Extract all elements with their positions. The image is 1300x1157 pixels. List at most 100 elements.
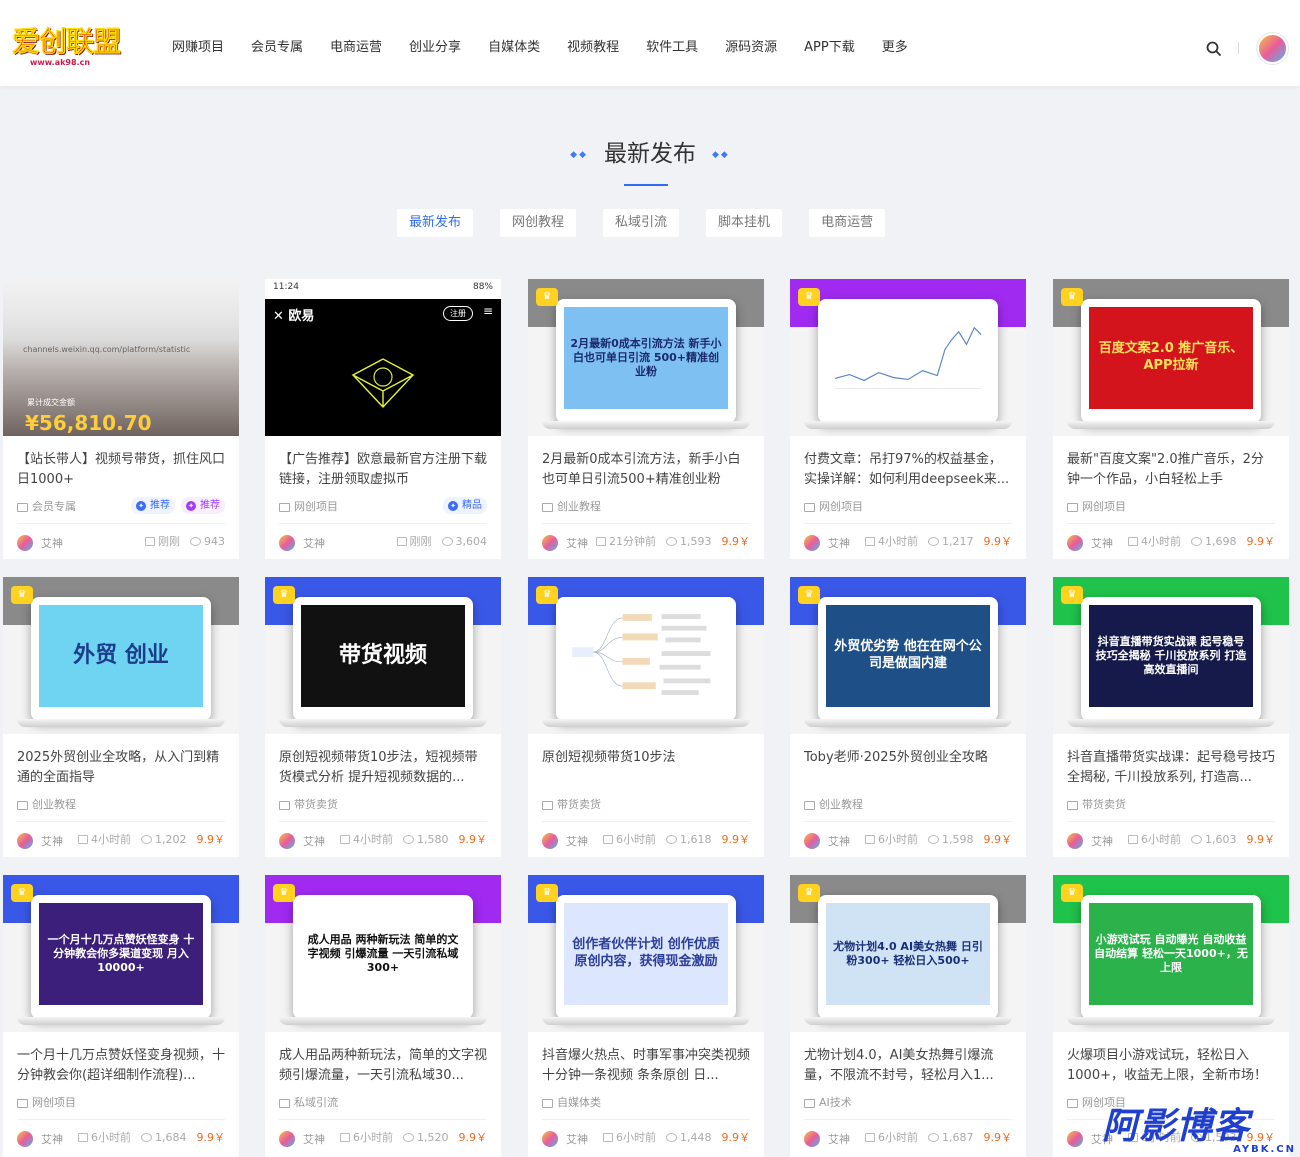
author-avatar[interactable] — [1067, 1131, 1083, 1147]
post-author[interactable]: 艾神 — [566, 1131, 588, 1147]
post-title[interactable]: 【站长带人】视频号带货，抓住风口日1000+ — [17, 450, 225, 490]
post-author[interactable]: 艾神 — [828, 535, 850, 551]
search-icon[interactable] — [1205, 40, 1223, 58]
author-avatar[interactable] — [17, 535, 33, 551]
post-thumbnail[interactable]: ♛ 外贸 创业 — [3, 577, 239, 734]
nav-item[interactable]: 网赚项目 — [172, 38, 224, 58]
post-author[interactable]: 艾神 — [41, 1131, 63, 1147]
tab-item[interactable]: 电商运营 — [809, 209, 886, 237]
nav-item[interactable]: 更多 — [882, 38, 908, 58]
post-thumbnail[interactable]: ♛ — [528, 577, 764, 734]
post-category[interactable]: 网创项目 — [294, 500, 338, 514]
post-category[interactable]: 私域引流 — [294, 1096, 338, 1110]
author-avatar[interactable] — [542, 535, 558, 551]
post-card[interactable]: 11:24 88% ✕ 欧易 注册 ≡ 【广告推荐】欧意最新官方注册下载链接，注… — [265, 279, 501, 559]
tab-item[interactable]: 网创教程 — [500, 209, 577, 237]
post-category[interactable]: 自媒体类 — [557, 1096, 601, 1110]
post-title[interactable]: 【广告推荐】欧意最新官方注册下载链接，注册领取虚拟币 — [279, 450, 487, 490]
nav-item[interactable]: 创业分享 — [409, 38, 461, 58]
post-author[interactable]: 艾神 — [1091, 535, 1113, 551]
post-tag[interactable]: ✦ 推荐 — [131, 497, 175, 514]
post-title[interactable]: 2025外贸创业全攻略，从入门到精通的全面指导 — [17, 748, 225, 788]
post-thumbnail[interactable]: ♛ 成人用品 两种新玩法 简单的文字视频 引爆流量 一天引流私域300+ — [265, 875, 501, 1032]
post-author[interactable]: 艾神 — [1091, 833, 1113, 849]
tab-item[interactable]: 脚本挂机 — [706, 209, 783, 237]
author-avatar[interactable] — [542, 1131, 558, 1147]
post-card[interactable]: ♛ 带货视频 原创短视频带货10步法，短视频带货模式分析 提升短视频数据的...… — [265, 577, 501, 857]
post-author[interactable]: 艾神 — [303, 1131, 325, 1147]
post-category[interactable]: 带货卖货 — [557, 798, 601, 812]
post-title[interactable]: 火爆项目小游戏试玩，轻松日入1000+，收益无上限，全新市场！ — [1067, 1046, 1275, 1086]
post-thumbnail[interactable]: ♛ 带货视频 — [265, 577, 501, 734]
post-thumbnail[interactable]: ♛ 小游戏试玩 自动曝光 自动收益 自动结算 轻松一天1000+，无上限 — [1053, 875, 1289, 1032]
post-category[interactable]: 创业教程 — [557, 500, 601, 514]
tab-item[interactable]: 私域引流 — [603, 209, 680, 237]
author-avatar[interactable] — [279, 833, 295, 849]
post-title[interactable]: 原创短视频带货10步法 — [542, 748, 750, 788]
post-thumbnail[interactable]: ♛ 尤物计划4.0 AI美女热舞 日引粉300+ 轻松日入500+ — [790, 875, 1026, 1032]
post-card[interactable]: ♛ 外贸优劣势 他在在网个公司是做国内建 Toby老师·2025外贸创业全攻略创… — [790, 577, 1026, 857]
post-author[interactable]: 艾神 — [303, 833, 325, 849]
post-category[interactable]: 网创项目 — [1082, 500, 1126, 514]
post-card[interactable]: ♛ 付费文章：吊打97%的权益基金，实操详解：如何利用deepseek来... 网… — [790, 279, 1026, 559]
author-avatar[interactable] — [804, 535, 820, 551]
post-author[interactable]: 艾神 — [303, 535, 325, 551]
post-thumbnail[interactable]: ♛ 创作者伙伴计划 创作优质原创内容，获得现金激励 — [528, 875, 764, 1032]
post-tag[interactable]: ✦ 精品 — [443, 497, 487, 514]
post-card[interactable]: ♛ 百度文案2.0 推广音乐、APP拉新 最新"百度文案"2.0推广音乐，2分钟… — [1053, 279, 1289, 559]
post-category[interactable]: 网创项目 — [819, 500, 863, 514]
post-card[interactable]: ♛ 2月最新0成本引流方法 新手小白也可单日引流 500+精准创业粉 2月最新0… — [528, 279, 764, 559]
nav-item[interactable]: 电商运营 — [330, 38, 382, 58]
post-thumbnail[interactable]: ♛ — [790, 279, 1026, 436]
post-title[interactable]: 抖音爆火热点、时事军事冲突类视频 十分钟一条视频 条条原创 日... — [542, 1046, 750, 1086]
app-register-button[interactable]: 注册 — [443, 306, 473, 321]
post-title[interactable]: 成人用品两种新玩法，简单的文字视频引爆流量，一天引流私域30... — [279, 1046, 487, 1086]
author-avatar[interactable] — [804, 1131, 820, 1147]
user-avatar[interactable] — [1257, 33, 1288, 64]
post-thumbnail[interactable]: ♛ 百度文案2.0 推广音乐、APP拉新 — [1053, 279, 1289, 436]
post-title[interactable]: 付费文章：吊打97%的权益基金，实操详解：如何利用deepseek来... — [804, 450, 1012, 490]
post-category[interactable]: 网创项目 — [32, 1096, 76, 1110]
post-title[interactable]: 最新"百度文案"2.0推广音乐，2分钟一个作品，小白轻松上手 — [1067, 450, 1275, 490]
post-title[interactable]: 抖音直播带货实战课：起号稳号技巧全揭秘, 千川投放系列, 打造高... — [1067, 748, 1275, 788]
post-thumbnail[interactable]: ♛ 一个月十几万点赞妖怪变身 十分钟教会你多渠道变现 月入10000+ — [3, 875, 239, 1032]
post-thumbnail[interactable]: ♛ 外贸优劣势 他在在网个公司是做国内建 — [790, 577, 1026, 734]
menu-icon[interactable]: ≡ — [483, 304, 493, 318]
nav-item[interactable]: 源码资源 — [725, 38, 777, 58]
post-author[interactable]: 艾神 — [566, 535, 588, 551]
post-author[interactable]: 艾神 — [41, 535, 63, 551]
nav-item[interactable]: APP下载 — [804, 38, 855, 58]
author-avatar[interactable] — [17, 833, 33, 849]
author-avatar[interactable] — [542, 833, 558, 849]
nav-item[interactable]: 软件工具 — [646, 38, 698, 58]
post-category[interactable]: 创业教程 — [819, 798, 863, 812]
post-tag[interactable]: ✦ 推荐 — [181, 497, 225, 514]
post-card[interactable]: ♛ 尤物计划4.0 AI美女热舞 日引粉300+ 轻松日入500+ 尤物计划4.… — [790, 875, 1026, 1157]
nav-item[interactable]: 视频教程 — [567, 38, 619, 58]
post-thumbnail[interactable]: ♛ 2月最新0成本引流方法 新手小白也可单日引流 500+精准创业粉 — [528, 279, 764, 436]
post-author[interactable]: 艾神 — [566, 833, 588, 849]
post-card[interactable]: channels.weixin.qq.com/platform/statisti… — [3, 279, 239, 559]
post-card[interactable]: ♛ 创作者伙伴计划 创作优质原创内容，获得现金激励 抖音爆火热点、时事军事冲突类… — [528, 875, 764, 1157]
post-card[interactable]: ♛ 成人用品 两种新玩法 简单的文字视频 引爆流量 一天引流私域300+ 成人用… — [265, 875, 501, 1157]
post-author[interactable]: 艾神 — [828, 833, 850, 849]
site-logo[interactable]: 爱创联盟 www.ak98.cn — [12, 25, 124, 70]
post-author[interactable]: 艾神 — [828, 1131, 850, 1147]
post-card[interactable]: ♛ 一个月十几万点赞妖怪变身 十分钟教会你多渠道变现 月入10000+ 一个月十… — [3, 875, 239, 1157]
author-avatar[interactable] — [17, 1131, 33, 1147]
author-avatar[interactable] — [1067, 833, 1083, 849]
post-category[interactable]: AI技术 — [819, 1096, 852, 1110]
post-author[interactable]: 艾神 — [41, 833, 63, 849]
tab-item[interactable]: 最新发布 — [397, 209, 474, 237]
post-card[interactable]: ♛ 外贸 创业 2025外贸创业全攻略，从入门到精通的全面指导 创业教程 艾神 4小… — [3, 577, 239, 857]
post-thumbnail[interactable]: channels.weixin.qq.com/platform/statisti… — [3, 279, 239, 436]
post-thumbnail[interactable]: ♛ 抖音直播带货实战课 起号稳号技巧全揭秘 千川投放系列 打造高效直播间 — [1053, 577, 1289, 734]
post-title[interactable]: 一个月十几万点赞妖怪变身视频，十分钟教会你(超详细制作流程)... — [17, 1046, 225, 1086]
post-card[interactable]: ♛ 原创短视频带货10步法 带货卖货 艾神 6小时前 1,618 9.9￥ — [528, 577, 764, 857]
post-thumbnail[interactable]: 11:24 88% ✕ 欧易 注册 ≡ — [265, 279, 501, 436]
post-title[interactable]: Toby老师·2025外贸创业全攻略 — [804, 748, 1012, 788]
post-category[interactable]: 会员专属 — [32, 500, 76, 514]
author-avatar[interactable] — [804, 833, 820, 849]
post-card[interactable]: ♛ 抖音直播带货实战课 起号稳号技巧全揭秘 千川投放系列 打造高效直播间 抖音直… — [1053, 577, 1289, 857]
author-avatar[interactable] — [279, 1131, 295, 1147]
